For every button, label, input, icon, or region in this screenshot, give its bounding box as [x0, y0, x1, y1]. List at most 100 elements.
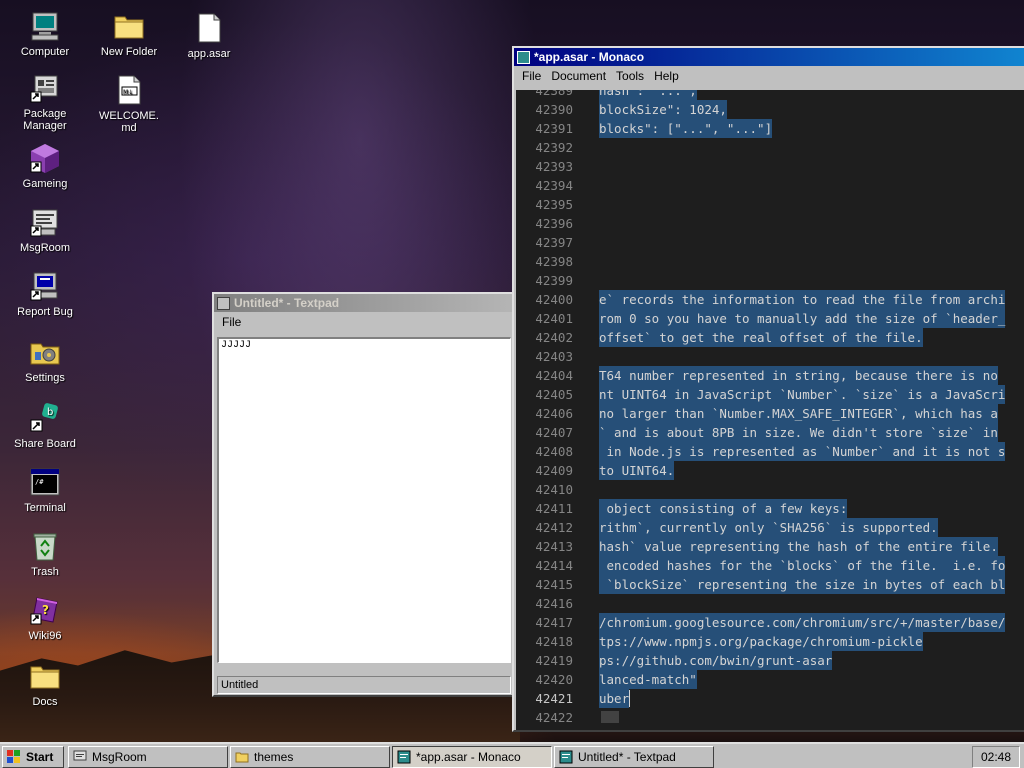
code-line[interactable]: 42413 hash` value representing the hash o…: [516, 537, 1024, 556]
code-line[interactable]: 42396: [516, 214, 1024, 233]
desktop-icon-trash[interactable]: Trash: [6, 530, 84, 578]
desktop-icon-share-board[interactable]: b Share Board: [6, 402, 84, 450]
code-line[interactable]: 42419 ps://github.com/bwin/grunt-asar: [516, 651, 1024, 670]
code-line[interactable]: 42404 T64 number represented in string, b…: [516, 366, 1024, 385]
code-line[interactable]: 42416: [516, 594, 1024, 613]
line-number: 42396: [535, 216, 573, 231]
desktop-icon-msgroom[interactable]: MsgRoom: [6, 206, 84, 254]
textpad-window[interactable]: Untitled* - Textpad File JJJJJ Untitled: [212, 292, 516, 697]
code-line[interactable]: 42395: [516, 195, 1024, 214]
code-line[interactable]: 42393: [516, 157, 1024, 176]
code-line[interactable]: 42418 tps://www.npmjs.org/package/chromiu…: [516, 632, 1024, 651]
code-line[interactable]: 42403: [516, 347, 1024, 366]
taskbar-button-label: themes: [254, 750, 294, 764]
code-editor[interactable]: 42389 hash": "...", 42390 blockSize": 1024,…: [516, 90, 1024, 730]
line-number: 42401: [535, 311, 573, 326]
line-number: 42406: [535, 406, 573, 421]
text-cursor: [629, 690, 631, 707]
line-text: uber: [599, 689, 630, 708]
desktop-icon-welcome-md[interactable]: M↓ WELCOME.md: [90, 74, 168, 134]
desktop-icon-wiki96[interactable]: ? Wiki96: [6, 594, 84, 642]
desktop-icon-package-manager[interactable]: Package Manager: [6, 72, 84, 132]
line-number: 42392: [535, 140, 573, 155]
desktop-icon-label: app.asar: [187, 48, 231, 60]
line-text: lanced-match": [599, 670, 697, 689]
desktop-icon-label: Settings: [25, 372, 65, 384]
desktop-icon-settings[interactable]: Settings: [6, 336, 84, 384]
textpad-titlebar[interactable]: Untitled* - Textpad: [214, 294, 514, 312]
line-number: 42403: [535, 349, 573, 364]
settings-icon: [29, 336, 61, 368]
start-button[interactable]: Start: [2, 746, 64, 768]
desktop-icon-label: WELCOME.md: [99, 110, 159, 134]
cube-icon: [29, 142, 61, 174]
code-line[interactable]: 42421 uber: [516, 689, 1024, 708]
code-line[interactable]: 42394: [516, 176, 1024, 195]
code-line[interactable]: 42390 blockSize": 1024,: [516, 100, 1024, 119]
desktop-icon-gameing[interactable]: Gameing: [6, 142, 84, 190]
window-title: Untitled* - Textpad: [234, 296, 340, 310]
code-line[interactable]: 42414 encoded hashes for the `blocks` of…: [516, 556, 1024, 575]
code-line[interactable]: 42420 lanced-match": [516, 670, 1024, 689]
code-line[interactable]: 42397: [516, 233, 1024, 252]
desktop-icon-computer[interactable]: Computer: [6, 10, 84, 58]
code-line[interactable]: 42401 rom 0 so you have to manually add t…: [516, 309, 1024, 328]
code-line[interactable]: 42392: [516, 138, 1024, 157]
desktop-icon-new-folder[interactable]: New Folder: [90, 10, 168, 58]
textpad-text-area[interactable]: JJJJJ: [217, 337, 511, 663]
line-number: 42419: [535, 653, 573, 668]
menu-help[interactable]: Help: [649, 69, 684, 83]
status-text: Untitled: [221, 679, 259, 691]
monaco-titlebar[interactable]: *app.asar - Monaco: [514, 48, 1024, 66]
code-line[interactable]: 42407 ` and is about 8PB in size. We didn…: [516, 423, 1024, 442]
taskbar-button-monaco[interactable]: *app.asar - Monaco: [392, 746, 552, 768]
code-line[interactable]: 42422: [516, 708, 1024, 727]
line-text: in Node.js is represented as `Number` an…: [599, 442, 1006, 461]
code-line[interactable]: 42398: [516, 252, 1024, 271]
desktop-icon-app-asar[interactable]: app.asar: [170, 12, 248, 60]
wiki-book-icon: ?: [29, 594, 61, 626]
code-line[interactable]: 42409 to UINT64.: [516, 461, 1024, 480]
desktop-icon-label: Docs: [32, 696, 58, 708]
desktop-icon-docs[interactable]: Docs: [6, 660, 84, 708]
line-number: 42410: [535, 482, 573, 497]
folder-icon: [29, 660, 61, 692]
menu-tools[interactable]: Tools: [611, 69, 649, 83]
code-line[interactable]: 42405 nt UINT64 in JavaScript `Number`. `…: [516, 385, 1024, 404]
line-number: 42416: [535, 596, 573, 611]
code-line[interactable]: 42410: [516, 480, 1024, 499]
desktop-icon-label: Wiki96: [28, 630, 62, 642]
code-line[interactable]: 42417/chromium.googlesource.com/chromium…: [516, 613, 1024, 632]
desktop-icon-report-bug[interactable]: Report Bug: [6, 270, 84, 318]
code-line[interactable]: 42391 blocks": ["...", "..."]: [516, 119, 1024, 138]
line-number: 42400: [535, 292, 573, 307]
desktop-icon-label: Package Manager: [23, 108, 67, 132]
code-line[interactable]: 42408 in Node.js is represented as `Numb…: [516, 442, 1024, 461]
code-line[interactable]: 42412 rithm`, currently only `SHA256` is …: [516, 518, 1024, 537]
code-line[interactable]: 42406 no larger than `Number.MAX_SAFE_INT…: [516, 404, 1024, 423]
desktop-icon-label: Trash: [31, 566, 59, 578]
menu-document[interactable]: Document: [546, 69, 611, 83]
desktop-icon-label: Share Board: [14, 438, 76, 450]
start-label: Start: [26, 750, 54, 764]
folder-icon: [113, 10, 145, 42]
line-text: ` and is about 8PB in size. We didn't st…: [599, 423, 998, 442]
code-line[interactable]: 42389 hash": "...",: [516, 90, 1024, 100]
code-line[interactable]: 42411 object consisting of a few keys:: [516, 499, 1024, 518]
taskbar-button-textpad[interactable]: Untitled* - Textpad: [554, 746, 714, 768]
line-number: 42402: [535, 330, 573, 345]
menu-file[interactable]: File: [517, 69, 546, 83]
taskbar: Start MsgRoom themes *app.asar - Monaco …: [0, 742, 1024, 768]
taskbar-button-themes[interactable]: themes: [230, 746, 390, 768]
menu-file[interactable]: File: [217, 315, 246, 329]
monaco-window[interactable]: *app.asar - Monaco File Document Tools H…: [512, 46, 1024, 732]
desktop-icon-terminal[interactable]: /# Terminal: [6, 466, 84, 514]
taskbar-button-msgroom[interactable]: MsgRoom: [68, 746, 228, 768]
line-text: rithm`, currently only `SHA256` is suppo…: [599, 518, 938, 537]
code-line[interactable]: 42402 offset` to get the real offset of t…: [516, 328, 1024, 347]
line-number: 42391: [535, 121, 573, 136]
code-line[interactable]: 42399: [516, 271, 1024, 290]
code-line[interactable]: 42400 e` records the information to read …: [516, 290, 1024, 309]
line-number: 42411: [535, 501, 573, 516]
code-line[interactable]: 42415 `blockSize` representing the size …: [516, 575, 1024, 594]
